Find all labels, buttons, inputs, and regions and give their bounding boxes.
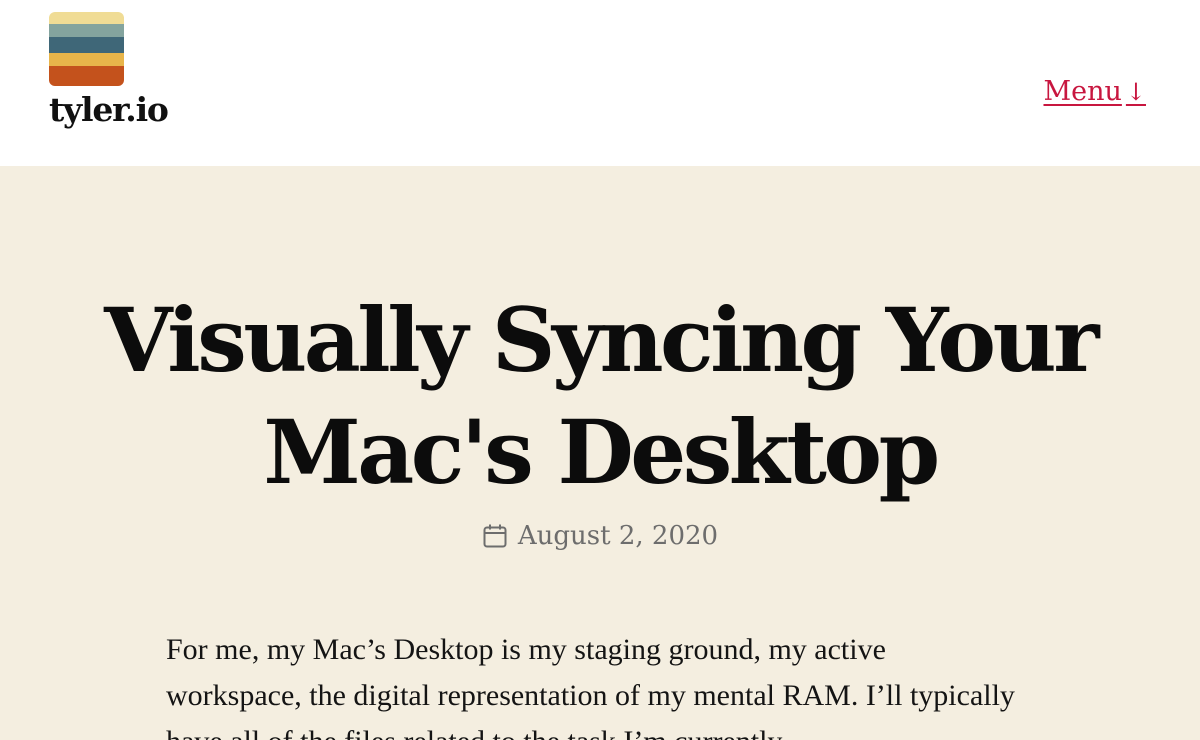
menu-toggle-button[interactable]: Menu ↓ bbox=[1043, 75, 1146, 109]
post-paragraph: For me, my Mac’s Desktop is my staging g… bbox=[166, 633, 1015, 740]
entry-content: For me, my Mac’s Desktop is my staging g… bbox=[166, 627, 1026, 740]
logo-stripe bbox=[49, 24, 124, 37]
logo-stripe bbox=[49, 12, 124, 24]
post-meta: August 2, 2020 bbox=[0, 518, 1200, 559]
logo-stripe bbox=[49, 53, 124, 66]
arrow-down-icon: ↓ bbox=[1125, 78, 1146, 106]
menu-label: Menu bbox=[1043, 76, 1122, 107]
site-logo bbox=[49, 12, 124, 86]
site-title[interactable]: tyler.io bbox=[49, 90, 169, 130]
post-title: Visually Syncing Your Mac's Desktop bbox=[104, 288, 1099, 504]
page: tyler.io Menu ↓ Visually Syncing Your Mac… bbox=[0, 0, 1200, 740]
logo-stripe bbox=[49, 37, 124, 53]
calendar-icon bbox=[482, 523, 508, 559]
post-date-link[interactable]: August 2, 2020 bbox=[518, 521, 718, 551]
site-brand-link[interactable]: tyler.io bbox=[49, 12, 179, 132]
site-header: tyler.io Menu ↓ bbox=[0, 0, 1200, 166]
logo-stripe bbox=[49, 66, 124, 86]
